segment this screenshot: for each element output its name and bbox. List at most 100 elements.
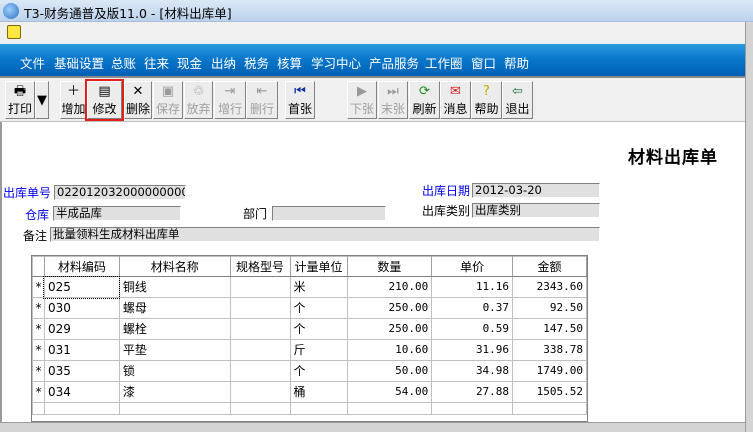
table-cell[interactable] xyxy=(229,360,291,382)
table-cell[interactable] xyxy=(346,402,433,415)
table-cell[interactable]: 50.00 xyxy=(346,360,433,382)
table-cell[interactable] xyxy=(32,402,45,415)
menu-item[interactable]: 帮助 xyxy=(504,53,529,72)
table-cell[interactable]: 27.88 xyxy=(431,381,514,403)
table-row[interactable]: * 025 铜线 米 210.00 11.16 2343.60 xyxy=(32,275,587,299)
table-cell[interactable]: 250.00 xyxy=(346,318,433,340)
help-button[interactable]: ? 帮助 xyxy=(471,81,502,119)
column-header[interactable]: 金额 xyxy=(512,256,587,277)
column-header[interactable]: 数量 xyxy=(346,256,433,277)
table-cell[interactable]: 平垫 xyxy=(118,339,231,361)
message-button[interactable]: ✉ 消息 xyxy=(440,81,471,119)
menu-item[interactable]: 往来 xyxy=(144,53,169,72)
table-cell[interactable]: 031 xyxy=(43,339,120,361)
table-cell[interactable]: 210.00 xyxy=(346,276,433,298)
table-cell[interactable]: 1749.00 xyxy=(512,360,587,382)
table-row[interactable]: * 034 漆 桶 54.00 27.88 1505.52 xyxy=(32,381,587,403)
items-grid[interactable]: 材料编码 材料名称 规格型号 计量单位 数量 单价 金额 * 025 铜线米 210.00 11.1… xyxy=(31,255,588,422)
table-cell[interactable]: 桶 xyxy=(289,381,348,403)
table-cell[interactable] xyxy=(229,297,291,319)
add-row-button[interactable]: ⇥ 增行 xyxy=(214,81,246,119)
delete-row-button[interactable]: ⇤ 删行 xyxy=(246,81,278,119)
table-cell[interactable] xyxy=(229,402,291,415)
table-cell[interactable] xyxy=(118,402,231,415)
table-cell[interactable]: 个 xyxy=(289,360,348,382)
table-row[interactable]: * 035 锁 个 50.00 34.98 1749.00 xyxy=(32,360,587,382)
first-button[interactable]: ⏮ 首张 xyxy=(285,81,315,119)
table-cell[interactable]: 0.37 xyxy=(431,297,514,319)
menu-item[interactable]: 工作圈 xyxy=(425,53,463,72)
menu-item[interactable]: 现金 xyxy=(177,53,202,72)
add-button[interactable]: ＋ 增加 xyxy=(60,81,87,119)
print-button[interactable]: 🖶 打印 xyxy=(5,81,35,119)
menu-item[interactable]: 学习中心 xyxy=(311,53,361,72)
warehouse-field[interactable]: 半成品库 xyxy=(53,206,181,221)
table-row[interactable]: * 031 平垫 斤 10.60 31.96 338.78 xyxy=(32,339,587,361)
table-cell[interactable] xyxy=(43,402,120,415)
date-field[interactable]: 2012-03-20 xyxy=(472,183,600,198)
table-cell[interactable]: 1505.52 xyxy=(512,381,587,403)
table-cell[interactable]: 338.78 xyxy=(512,339,587,361)
column-header[interactable]: 计量单位 xyxy=(289,256,348,277)
table-cell[interactable]: 锁 xyxy=(118,360,231,382)
empty-row[interactable] xyxy=(32,402,587,415)
table-cell[interactable]: 螺母 xyxy=(118,297,231,319)
table-cell[interactable]: 斤 xyxy=(289,339,348,361)
document-icon[interactable] xyxy=(7,25,21,39)
column-header[interactable]: 材料编码 xyxy=(43,256,120,277)
table-cell[interactable]: 0.59 xyxy=(431,318,514,340)
table-cell[interactable]: 250.00 xyxy=(346,297,433,319)
table-cell[interactable] xyxy=(229,339,291,361)
table-cell[interactable] xyxy=(229,276,291,298)
menu-item[interactable]: 文件 xyxy=(20,53,45,72)
table-cell[interactable]: 个 xyxy=(289,318,348,340)
table-row[interactable]: * 030 螺母 个 250.00 0.37 92.50 xyxy=(32,297,587,319)
discard-button[interactable]: ♲ 放弃 xyxy=(184,81,213,119)
table-cell[interactable] xyxy=(289,402,348,415)
table-cell[interactable]: 92.50 xyxy=(512,297,587,319)
table-cell[interactable] xyxy=(431,402,514,415)
table-cell[interactable]: 2343.60 xyxy=(512,276,587,298)
next-button[interactable]: ▶ 下张 xyxy=(347,81,377,119)
menu-item[interactable]: 基础设置 xyxy=(54,53,104,72)
doc-no-field[interactable]: 02201203200000000010 xyxy=(54,185,186,200)
column-header[interactable]: 材料名称 xyxy=(118,256,231,277)
menu-item[interactable]: 税务 xyxy=(244,53,269,72)
table-cell[interactable] xyxy=(229,381,291,403)
table-row[interactable]: * 029 螺栓 个 250.00 0.59 147.50 xyxy=(32,318,587,340)
exit-button[interactable]: ⇦ 退出 xyxy=(502,81,533,119)
table-cell[interactable]: 030 xyxy=(43,297,120,319)
table-cell[interactable]: 029 xyxy=(43,318,120,340)
table-cell[interactable]: 54.00 xyxy=(346,381,433,403)
menu-item[interactable]: 总账 xyxy=(111,53,136,72)
table-cell[interactable] xyxy=(512,402,587,415)
table-cell[interactable]: 10.60 xyxy=(346,339,433,361)
modify-button[interactable]: ▤ 修改 xyxy=(85,79,124,121)
print-dropdown-button[interactable]: ▼ xyxy=(35,81,49,119)
refresh-button[interactable]: ⟳ 刷新 xyxy=(409,81,440,119)
save-button[interactable]: ▣ 保存 xyxy=(153,81,183,119)
column-header[interactable]: 单价 xyxy=(431,256,514,277)
table-cell[interactable]: 31.96 xyxy=(431,339,514,361)
dept-field[interactable] xyxy=(272,206,386,221)
table-cell[interactable]: 035 xyxy=(43,360,120,382)
table-cell[interactable]: 34.98 xyxy=(431,360,514,382)
table-cell[interactable]: 漆 xyxy=(118,381,231,403)
table-cell[interactable]: 米 xyxy=(289,276,348,298)
menu-item[interactable]: 产品服务 xyxy=(369,53,419,72)
menu-item[interactable]: 核算 xyxy=(277,53,302,72)
type-field[interactable]: 出库类别 xyxy=(472,203,600,218)
table-cell[interactable]: 11.16 xyxy=(431,276,514,298)
table-cell[interactable]: 034 xyxy=(43,381,120,403)
table-cell[interactable] xyxy=(229,318,291,340)
menu-item[interactable]: 出纳 xyxy=(211,53,236,72)
table-cell[interactable]: 个 xyxy=(289,297,348,319)
table-cell[interactable]: 铜线 xyxy=(118,276,231,298)
column-header[interactable]: 规格型号 xyxy=(229,256,291,277)
table-cell[interactable]: 025 xyxy=(43,275,121,299)
menu-item[interactable]: 窗口 xyxy=(471,53,496,72)
table-cell[interactable]: 螺栓 xyxy=(118,318,231,340)
last-button[interactable]: ⏭ 末张 xyxy=(378,81,408,119)
remark-field[interactable]: 批量领料生成材料出库单 xyxy=(50,227,600,242)
delete-button[interactable]: ✕ 删除 xyxy=(124,81,152,119)
